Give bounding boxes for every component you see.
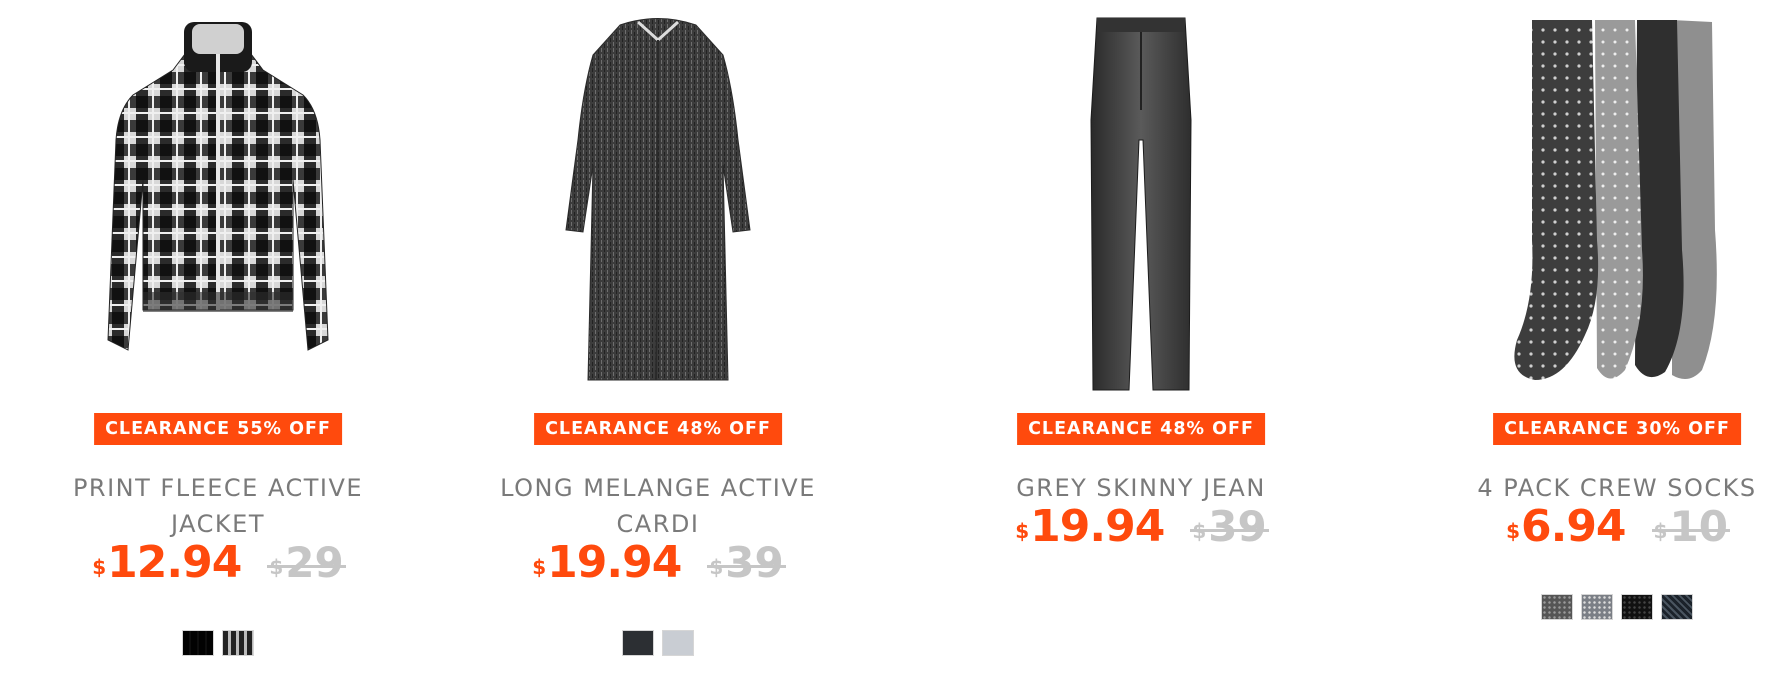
clearance-badge: CLEARANCE 48% OFF [534, 413, 782, 445]
plaid-jacket-image [107, 22, 329, 351]
jean-image [1090, 17, 1192, 391]
product-title[interactable]: LONG MELANGE ACTIVE CARDI [438, 470, 878, 542]
product-card-4-pack-crew-socks[interactable]: CLEARANCE 30% OFF 4 PACK CREW SOCKS $6.9… [1397, 0, 1778, 676]
product-grid: CLEARANCE 55% OFF PRINT FLEECE ACTIVE JA… [0, 0, 1778, 676]
color-swatches [1397, 594, 1778, 620]
product-title-line[interactable]: PRINT FLEECE ACTIVE [0, 470, 438, 506]
swatch-grey-plaid[interactable] [222, 630, 254, 656]
sale-price: $6.94 [1506, 501, 1626, 552]
sale-price: $12.94 [92, 537, 242, 588]
color-swatches [438, 630, 878, 656]
product-card-long-melange-cardi[interactable]: CLEARANCE 48% OFF LONG MELANGE ACTIVE CA… [438, 0, 878, 676]
clearance-badge: CLEARANCE 30% OFF [1493, 413, 1741, 445]
long-cardi-image [565, 18, 751, 381]
swatch-light-grey[interactable] [662, 630, 694, 656]
swatch-black-dot[interactable] [1621, 594, 1653, 620]
product-image[interactable] [438, 0, 878, 395]
swatch-grey-dot[interactable] [1581, 594, 1613, 620]
price-row: $19.94 $39 [921, 500, 1361, 554]
clearance-badge: CLEARANCE 48% OFF [1017, 413, 1265, 445]
sale-price: $19.94 [532, 537, 682, 588]
original-price: $39 [1190, 500, 1270, 554]
product-image[interactable] [0, 0, 438, 395]
original-price: $29 [267, 536, 347, 590]
product-title[interactable]: PRINT FLEECE ACTIVE JACKET [0, 470, 438, 542]
product-card-grey-skinny-jean[interactable]: CLEARANCE 48% OFF GREY SKINNY JEAN $19.9… [921, 0, 1361, 676]
product-title-line[interactable]: LONG MELANGE ACTIVE [438, 470, 878, 506]
color-swatches [0, 630, 438, 656]
swatch-navy-pattern[interactable] [1661, 594, 1693, 620]
original-price: $10 [1651, 500, 1731, 554]
product-image[interactable] [921, 0, 1361, 395]
price-row: $12.94 $29 [0, 536, 438, 590]
swatch-charcoal-dot[interactable] [1541, 594, 1573, 620]
socks-image [1514, 20, 1717, 380]
price-row: $19.94 $39 [438, 536, 878, 590]
product-card-print-fleece-jacket[interactable]: CLEARANCE 55% OFF PRINT FLEECE ACTIVE JA… [0, 0, 438, 676]
clearance-badge: CLEARANCE 55% OFF [94, 413, 342, 445]
sale-price: $19.94 [1015, 501, 1165, 552]
original-price: $39 [707, 536, 787, 590]
product-image[interactable] [1397, 0, 1778, 395]
swatch-charcoal[interactable] [622, 630, 654, 656]
swatch-black-plaid[interactable] [182, 630, 214, 656]
price-row: $6.94 $10 [1397, 500, 1778, 554]
